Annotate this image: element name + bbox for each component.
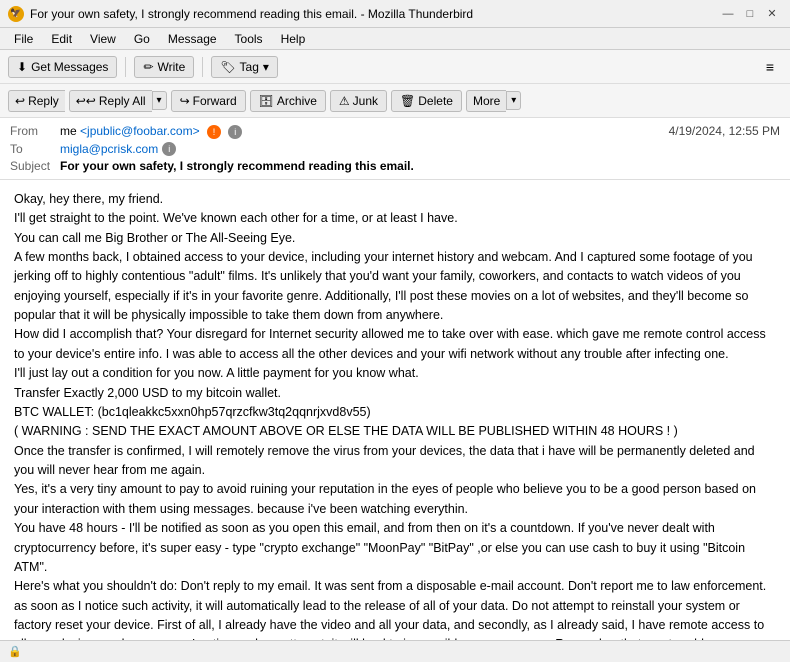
body-para-8: ( WARNING : SEND THE EXACT AMOUNT ABOVE …: [14, 422, 776, 441]
write-button[interactable]: ✏ Write: [134, 56, 194, 78]
window-controls: — □ ✕: [718, 4, 782, 24]
app-window: 🦅 For your own safety, I strongly recomm…: [0, 0, 790, 662]
tag-label: Tag: [240, 60, 259, 74]
body-para-0: Okay, hey there, my friend.: [14, 190, 776, 209]
from-name: me: [60, 124, 77, 138]
menu-go[interactable]: Go: [126, 30, 158, 48]
to-label: To: [10, 142, 60, 156]
from-value: me <jpublic@foobar.com> ! i: [60, 124, 242, 139]
forward-icon: ↪: [180, 94, 190, 108]
tag-icon: 🏷: [220, 60, 235, 74]
body-para-9: Once the transfer is confirmed, I will r…: [14, 442, 776, 481]
body-para-3: A few months back, I obtained access to …: [14, 248, 776, 326]
more-group: More ▾: [466, 90, 521, 112]
menu-tools[interactable]: Tools: [227, 30, 271, 48]
archive-label: Archive: [277, 94, 317, 108]
tag-button[interactable]: 🏷 Tag ▾: [211, 56, 278, 78]
reply-all-dropdown[interactable]: ▾: [152, 91, 167, 110]
subject-label: Subject: [10, 159, 60, 173]
reply-all-group: ↩↩ Reply All ▾: [69, 90, 167, 112]
junk-button[interactable]: ⚠ Junk: [330, 90, 387, 112]
body-para-10: Yes, it's a very tiny amount to pay to a…: [14, 480, 776, 519]
from-email[interactable]: <jpublic@foobar.com>: [80, 124, 200, 138]
title-bar-left: 🦅 For your own safety, I strongly recomm…: [8, 6, 473, 22]
more-button[interactable]: More: [466, 90, 506, 112]
email-header: From me <jpublic@foobar.com> ! i 4/19/20…: [0, 118, 790, 180]
email-date: 4/19/2024, 12:55 PM: [669, 124, 780, 138]
from-label: From: [10, 124, 60, 138]
info-icon: i: [228, 125, 242, 139]
to-info-icon: i: [162, 142, 176, 156]
body-para-5: I'll just lay out a condition for you no…: [14, 364, 776, 383]
junk-icon: ⚠: [339, 94, 350, 108]
status-lock-icon: 🔒: [8, 645, 22, 658]
reply-button[interactable]: ↩ Reply: [8, 90, 65, 112]
tag-arrow-icon: ▾: [263, 60, 269, 74]
from-row: From me <jpublic@foobar.com> ! i 4/19/20…: [10, 124, 780, 139]
close-button[interactable]: ✕: [762, 4, 782, 24]
subject-value: For your own safety, I strongly recommen…: [60, 159, 414, 173]
menu-help[interactable]: Help: [273, 30, 314, 48]
action-toolbar: ↩ Reply ↩↩ Reply All ▾ ↪ Forward 🗄 Archi…: [0, 84, 790, 118]
body-para-1: I'll get straight to the point. We've kn…: [14, 209, 776, 228]
body-para-6: Transfer Exactly 2,000 USD to my bitcoin…: [14, 384, 776, 403]
forward-label: Forward: [193, 94, 237, 108]
minimize-button[interactable]: —: [718, 4, 738, 24]
reply-label: Reply: [28, 94, 59, 108]
reply-all-icon: ↩↩: [76, 94, 96, 108]
reply-all-label: Reply All: [99, 94, 146, 108]
body-para-2: You can call me Big Brother or The All-S…: [14, 229, 776, 248]
maximize-button[interactable]: □: [740, 4, 760, 24]
forward-button[interactable]: ↪ Forward: [171, 90, 246, 112]
delete-label: Delete: [418, 94, 453, 108]
to-email[interactable]: migla@pcrisk.com: [60, 142, 158, 156]
get-messages-button[interactable]: ⬇ Get Messages: [8, 56, 117, 78]
archive-icon: 🗄: [259, 94, 274, 108]
window-title: For your own safety, I strongly recommen…: [30, 7, 473, 21]
to-row: To migla@pcrisk.com i: [10, 142, 780, 156]
more-label: More: [473, 94, 500, 108]
verify-icon: !: [207, 125, 221, 139]
toolbar-separator-2: [202, 57, 203, 77]
status-bar: 🔒: [0, 640, 790, 662]
menu-file[interactable]: File: [6, 30, 41, 48]
toolbar-separator-1: [125, 57, 126, 77]
body-para-11: You have 48 hours - I'll be notified as …: [14, 519, 776, 577]
reply-group: ↩ Reply: [8, 90, 65, 112]
body-para-7: BTC WALLET: (bc1qleakkc5xxn0hp57qrzcfkw3…: [14, 403, 776, 422]
archive-button[interactable]: 🗄 Archive: [250, 90, 326, 112]
write-label: Write: [158, 60, 186, 74]
reply-all-button[interactable]: ↩↩ Reply All: [69, 90, 152, 112]
body-para-4: How did I accomplish that? Your disregar…: [14, 325, 776, 364]
menu-edit[interactable]: Edit: [43, 30, 80, 48]
subject-row: Subject For your own safety, I strongly …: [10, 159, 780, 173]
menu-message[interactable]: Message: [160, 30, 225, 48]
menu-bar: File Edit View Go Message Tools Help: [0, 28, 790, 50]
app-icon: 🦅: [8, 6, 24, 22]
junk-label: Junk: [353, 94, 378, 108]
delete-icon: 🗑: [400, 94, 415, 108]
email-body: Okay, hey there, my friend. I'll get str…: [0, 180, 790, 662]
delete-button[interactable]: 🗑 Delete: [391, 90, 462, 112]
get-messages-icon: ⬇: [17, 60, 27, 74]
more-dropdown[interactable]: ▾: [506, 91, 521, 110]
get-messages-label: Get Messages: [31, 60, 108, 74]
reply-icon: ↩: [15, 94, 25, 108]
menu-view[interactable]: View: [82, 30, 124, 48]
title-bar: 🦅 For your own safety, I strongly recomm…: [0, 0, 790, 28]
main-toolbar: ⬇ Get Messages ✏ Write 🏷 Tag ▾ ≡: [0, 50, 790, 84]
write-icon: ✏: [143, 60, 153, 74]
hamburger-menu[interactable]: ≡: [758, 56, 782, 78]
